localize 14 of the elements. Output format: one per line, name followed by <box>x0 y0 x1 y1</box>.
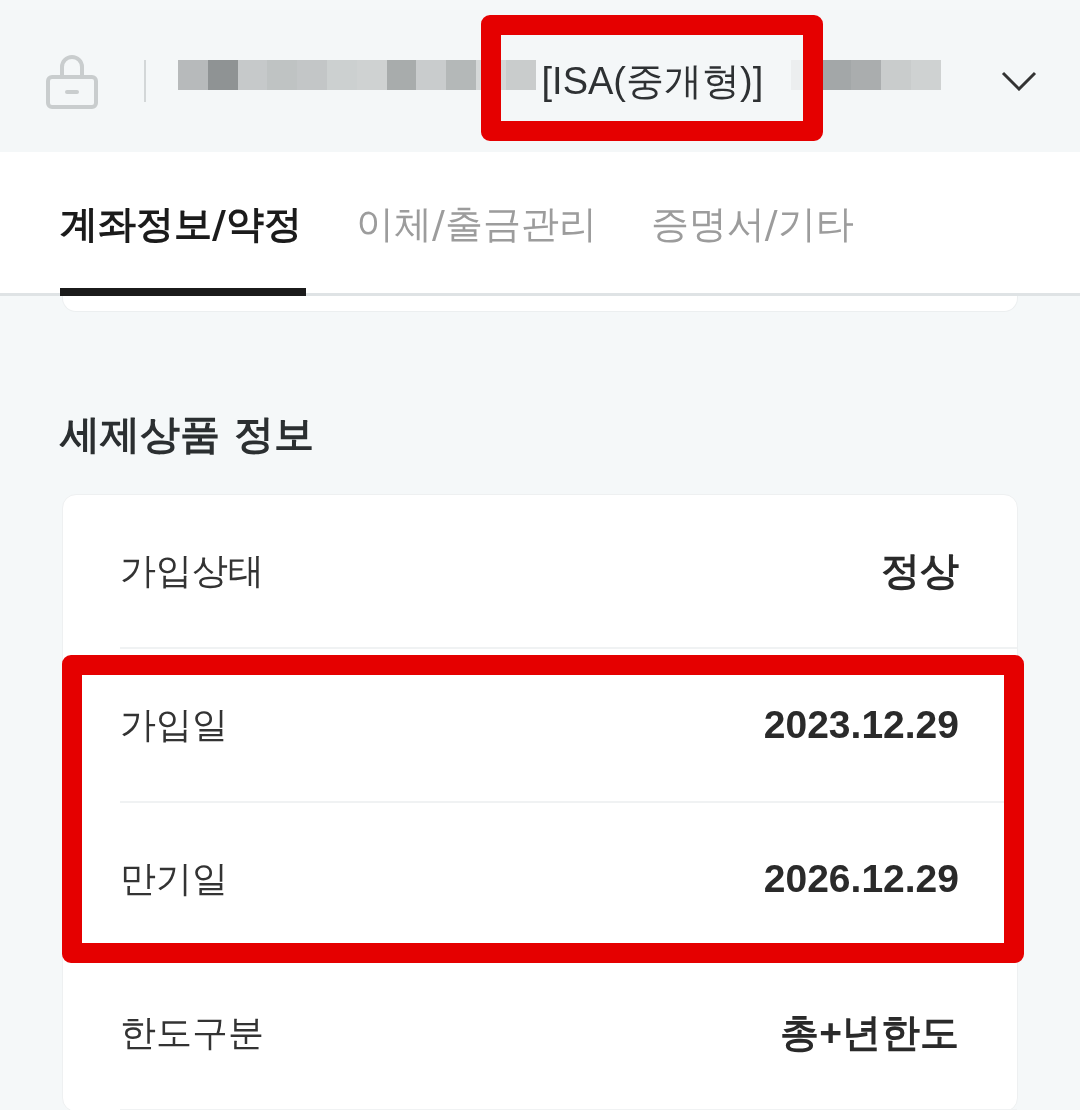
lock-icon <box>46 53 98 109</box>
row-value: 정상 <box>881 548 959 594</box>
row-label: 한도구분 <box>120 1010 264 1055</box>
tab[interactable]: 증명서/기타 <box>650 152 858 296</box>
chevron-down-icon[interactable] <box>1001 71 1037 91</box>
account-title: [ISA(중개형)] <box>541 59 764 104</box>
section-heading: 세제상품 정보 <box>58 410 315 459</box>
row-value: 2023.12.29 <box>763 703 959 747</box>
row-label: 가입일 <box>120 702 228 747</box>
row-label: 가입상태 <box>120 548 264 593</box>
row-label: 만기일 <box>120 856 228 901</box>
row-value: 2026.12.29 <box>763 857 959 901</box>
tab[interactable]: 이체/출금관리 <box>355 152 601 296</box>
row-value: 총+년한도 <box>780 1010 959 1056</box>
